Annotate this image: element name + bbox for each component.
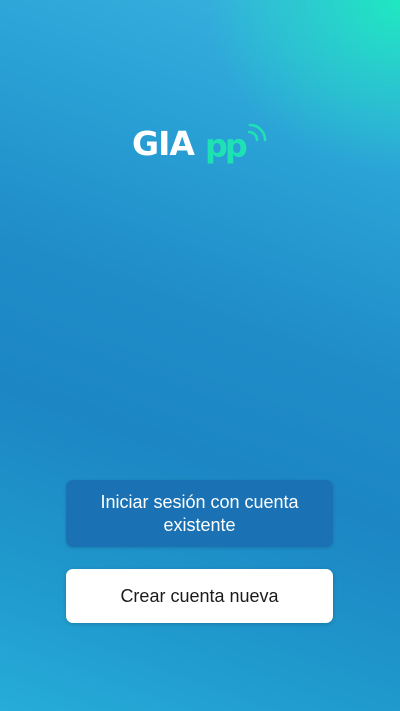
app-logo: GIA pp (132, 120, 272, 172)
create-button-label: Crear cuenta nueva (120, 585, 279, 606)
login-button-label: Iniciar sesión con cuenta existente (100, 491, 299, 535)
signal-waves-icon (247, 123, 267, 142)
create-new-account-button[interactable]: Crear cuenta nueva (66, 569, 333, 623)
logo-text-accent: pp (205, 127, 248, 165)
logo-text-main: GIA (132, 124, 195, 163)
login-existing-account-button[interactable]: Iniciar sesión con cuenta existente (66, 480, 333, 547)
welcome-screen: GIA pp Iniciar sesión con cuenta existen… (0, 0, 400, 711)
